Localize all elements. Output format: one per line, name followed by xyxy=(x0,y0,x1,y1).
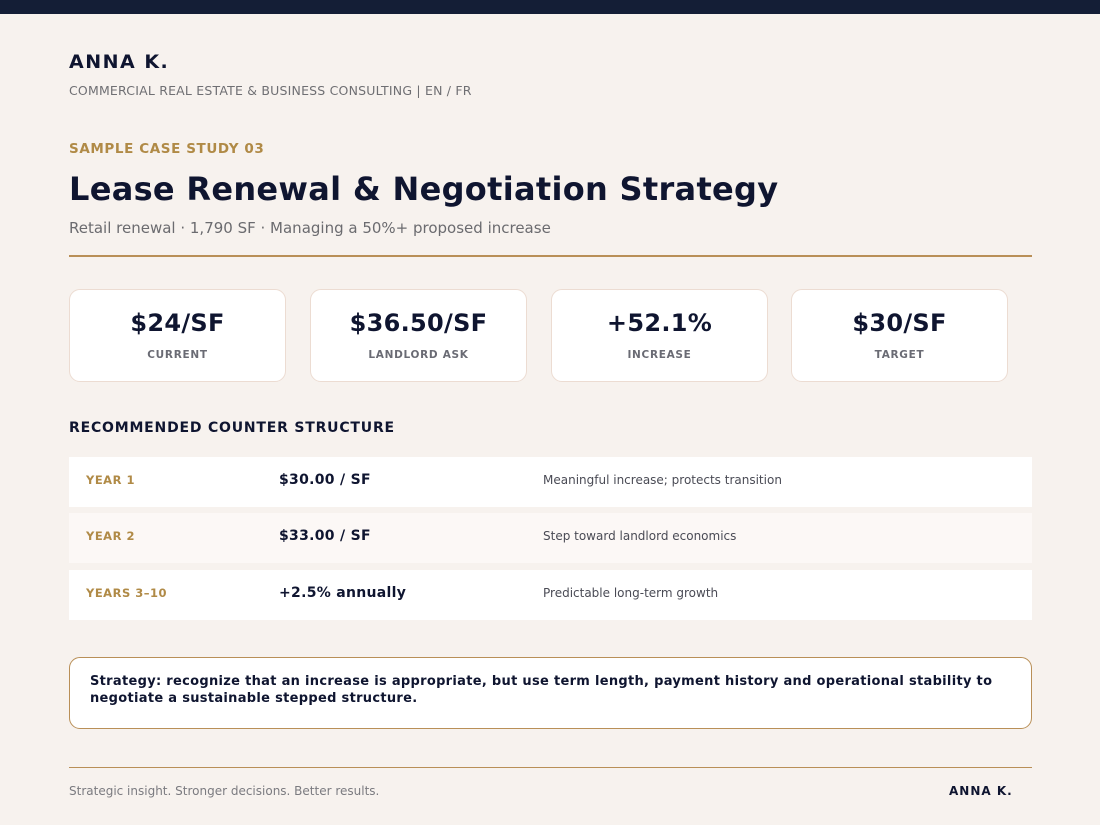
stat-card-current: $24/SF CURRENT xyxy=(69,289,286,382)
footer-divider xyxy=(69,767,1032,768)
page-subtitle: Retail renewal · 1,790 SF · Managing a 5… xyxy=(69,219,551,237)
footer-brand: ANNA K. xyxy=(949,784,1013,798)
brand-name: ANNA K. xyxy=(69,51,170,73)
stat-label: CURRENT xyxy=(147,349,208,361)
row-period: YEAR 2 xyxy=(86,529,135,543)
row-period: YEAR 1 xyxy=(86,473,135,487)
stat-value: $24/SF xyxy=(130,309,225,337)
row-note: Predictable long-term growth xyxy=(543,586,719,600)
strategy-text: Strategy: recognize that an increase is … xyxy=(90,674,993,706)
row-rate: $30.00 / SF xyxy=(279,472,371,488)
row-period: YEARS 3–10 xyxy=(86,586,167,600)
stat-label: INCREASE xyxy=(627,349,692,361)
row-rate: $33.00 / SF xyxy=(279,528,371,544)
table-row: YEAR 2 $33.00 / SF Step toward landlord … xyxy=(69,513,1032,563)
top-accent-bar xyxy=(0,0,1100,14)
row-rate: +2.5% annually xyxy=(279,585,407,601)
title-divider xyxy=(69,255,1032,257)
case-study-kicker: SAMPLE CASE STUDY 03 xyxy=(69,141,265,157)
strategy-callout: Strategy: recognize that an increase is … xyxy=(69,657,1032,729)
stat-card-increase: +52.1% INCREASE xyxy=(551,289,768,382)
table-row: YEAR 1 $30.00 / SF Meaningful increase; … xyxy=(69,457,1032,507)
brand-tagline: COMMERCIAL REAL ESTATE & BUSINESS CONSUL… xyxy=(69,83,472,98)
stat-card-target: $30/SF TARGET xyxy=(791,289,1008,382)
stat-value: $36.50/SF xyxy=(349,309,488,337)
stat-value: $30/SF xyxy=(852,309,947,337)
stat-value: +52.1% xyxy=(606,309,713,337)
stats-row: $24/SF CURRENT $36.50/SF LANDLORD ASK +5… xyxy=(69,289,1009,382)
table-row: YEARS 3–10 +2.5% annually Predictable lo… xyxy=(69,570,1032,620)
counter-structure-heading: RECOMMENDED COUNTER STRUCTURE xyxy=(69,420,395,436)
row-note: Step toward landlord economics xyxy=(543,529,737,543)
stat-card-landlord-ask: $36.50/SF LANDLORD ASK xyxy=(310,289,527,382)
page-title: Lease Renewal & Negotiation Strategy xyxy=(69,170,779,208)
stat-label: TARGET xyxy=(874,349,925,361)
footer-slogan: Strategic insight. Stronger decisions. B… xyxy=(69,784,380,798)
row-note: Meaningful increase; protects transition xyxy=(543,473,782,487)
stat-label: LANDLORD ASK xyxy=(368,349,469,361)
